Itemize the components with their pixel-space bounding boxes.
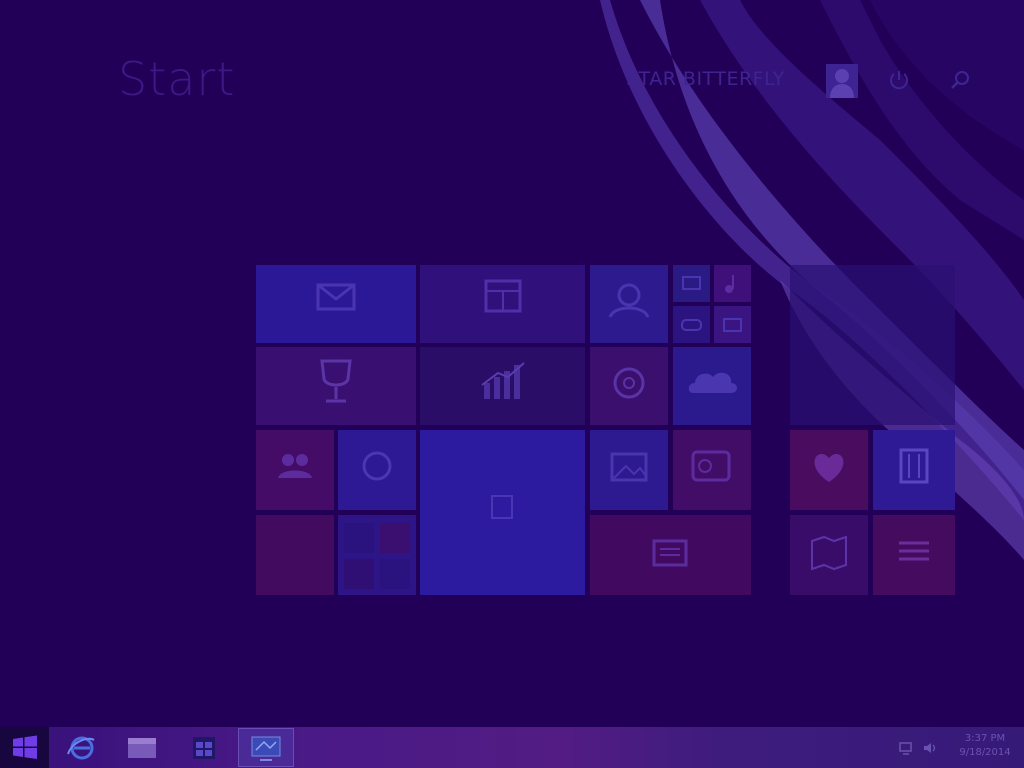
tile-people-photo[interactable]	[590, 265, 668, 343]
list-icon	[899, 541, 929, 561]
tile-maps[interactable]	[790, 515, 868, 595]
tile-finance[interactable]	[420, 347, 585, 425]
picture-icon	[610, 452, 648, 482]
tile-small-group[interactable]	[338, 515, 416, 595]
video-icon	[682, 276, 701, 290]
tile-news[interactable]	[590, 515, 751, 595]
gamepad-icon	[681, 319, 702, 331]
tile-onedrive[interactable]	[673, 347, 751, 425]
folder-icon	[128, 738, 156, 758]
clock-date: 9/18/2014	[959, 747, 1011, 758]
map-icon	[811, 535, 847, 571]
taskbar	[0, 727, 1024, 768]
internet-explorer-icon	[67, 736, 95, 760]
tile-skype[interactable]	[338, 430, 416, 510]
tile-photos[interactable]	[590, 430, 668, 510]
network-icon[interactable]	[898, 740, 914, 756]
volume-icon[interactable]	[922, 740, 938, 756]
food-icon	[899, 448, 929, 484]
outlook-icon	[691, 450, 731, 482]
tile-desktop[interactable]	[420, 430, 585, 595]
clock-time: 3:37 PM	[964, 733, 1006, 744]
music-icon	[725, 275, 734, 293]
taskbar-store[interactable]	[176, 728, 232, 767]
people-icon	[278, 454, 312, 478]
system-clock[interactable]: 3:37 PM 9/18/2014	[950, 732, 1020, 760]
tile-games[interactable]	[673, 306, 710, 343]
tile-calendar[interactable]	[420, 265, 585, 343]
tile-music[interactable]	[714, 265, 751, 302]
help-icon	[613, 367, 645, 399]
tile-people[interactable]	[256, 430, 334, 510]
tile-outlook[interactable]	[673, 430, 751, 510]
tile-camera[interactable]	[714, 306, 751, 343]
calendar-icon	[484, 279, 522, 313]
small-apps-icon	[344, 523, 410, 589]
cloud-icon	[688, 372, 737, 393]
tile-health[interactable]	[790, 430, 868, 510]
store-icon	[193, 737, 215, 759]
photos-icon	[608, 283, 650, 318]
taskbar-file-explorer[interactable]	[114, 728, 170, 767]
tile-mail[interactable]	[256, 265, 416, 343]
trophy-icon	[320, 359, 352, 403]
taskbar-remote-desktop[interactable]	[238, 728, 294, 767]
heart-icon	[814, 454, 844, 482]
tile-apps[interactable]	[256, 515, 334, 595]
tile-sports[interactable]	[256, 347, 416, 425]
start-button[interactable]	[0, 727, 49, 768]
start-screen: Start STAR BITTERFLY 3:37 PM 9/18/2014	[0, 0, 1024, 768]
camera-icon	[723, 318, 742, 332]
finance-chart-icon	[481, 362, 525, 399]
taskbar-internet-explorer[interactable]	[54, 728, 110, 767]
mail-icon	[316, 283, 356, 311]
chat-icon	[362, 451, 392, 481]
windows-logo-icon	[13, 735, 37, 759]
tile-grid	[0, 0, 1024, 768]
remote-desktop-icon	[251, 736, 281, 761]
tile-travel[interactable]	[790, 265, 955, 425]
tile-help[interactable]	[590, 347, 668, 425]
tile-reading-list[interactable]	[873, 515, 955, 595]
tile-food[interactable]	[873, 430, 955, 510]
tile-video[interactable]	[673, 265, 710, 302]
desktop-icon	[491, 495, 513, 519]
news-icon	[652, 539, 688, 567]
